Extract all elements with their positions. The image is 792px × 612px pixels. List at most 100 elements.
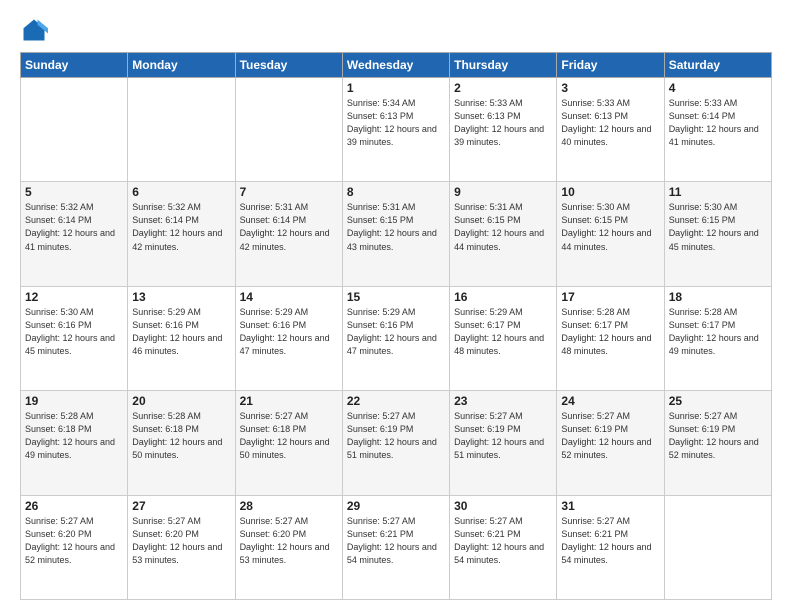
calendar-cell: 24 Sunrise: 5:27 AM Sunset: 6:19 PM Dayli…: [557, 391, 664, 495]
calendar-week-3: 12 Sunrise: 5:30 AM Sunset: 6:16 PM Dayli…: [21, 286, 772, 390]
day-number: 3: [561, 81, 659, 95]
day-number: 10: [561, 185, 659, 199]
day-info: Sunrise: 5:33 AM Sunset: 6:13 PM Dayligh…: [454, 97, 552, 149]
calendar-cell: 13 Sunrise: 5:29 AM Sunset: 6:16 PM Dayli…: [128, 286, 235, 390]
calendar-cell: 9Sunrise: 5:31 AM Sunset: 6:15 PM Daylig…: [450, 182, 557, 286]
day-info: Sunrise: 5:28 AM Sunset: 6:17 PM Dayligh…: [561, 306, 659, 358]
day-info: Sunrise: 5:27 AM Sunset: 6:18 PM Dayligh…: [240, 410, 338, 462]
weekday-header-saturday: Saturday: [664, 53, 771, 78]
day-info: Sunrise: 5:31 AM Sunset: 6:15 PM Dayligh…: [454, 201, 552, 253]
header: [20, 16, 772, 44]
day-info: Sunrise: 5:28 AM Sunset: 6:18 PM Dayligh…: [25, 410, 123, 462]
day-info: Sunrise: 5:29 AM Sunset: 6:16 PM Dayligh…: [347, 306, 445, 358]
day-number: 25: [669, 394, 767, 408]
calendar-cell: 26 Sunrise: 5:27 AM Sunset: 6:20 PM Dayli…: [21, 495, 128, 599]
calendar-week-1: 1Sunrise: 5:34 AM Sunset: 6:13 PM Daylig…: [21, 78, 772, 182]
calendar-cell: 11 Sunrise: 5:30 AM Sunset: 6:15 PM Dayli…: [664, 182, 771, 286]
calendar-cell: 6Sunrise: 5:32 AM Sunset: 6:14 PM Daylig…: [128, 182, 235, 286]
day-info: Sunrise: 5:27 AM Sunset: 6:20 PM Dayligh…: [25, 515, 123, 567]
day-number: 21: [240, 394, 338, 408]
day-info: Sunrise: 5:29 AM Sunset: 6:16 PM Dayligh…: [132, 306, 230, 358]
day-info: Sunrise: 5:27 AM Sunset: 6:19 PM Dayligh…: [454, 410, 552, 462]
calendar-cell: 5Sunrise: 5:32 AM Sunset: 6:14 PM Daylig…: [21, 182, 128, 286]
day-number: 14: [240, 290, 338, 304]
calendar-cell: 16 Sunrise: 5:29 AM Sunset: 6:17 PM Dayli…: [450, 286, 557, 390]
day-info: Sunrise: 5:31 AM Sunset: 6:14 PM Dayligh…: [240, 201, 338, 253]
day-number: 18: [669, 290, 767, 304]
calendar-week-4: 19 Sunrise: 5:28 AM Sunset: 6:18 PM Dayli…: [21, 391, 772, 495]
day-number: 19: [25, 394, 123, 408]
logo-icon: [20, 16, 48, 44]
day-info: Sunrise: 5:27 AM Sunset: 6:19 PM Dayligh…: [669, 410, 767, 462]
day-number: 17: [561, 290, 659, 304]
calendar-cell: 17 Sunrise: 5:28 AM Sunset: 6:17 PM Dayli…: [557, 286, 664, 390]
calendar-cell: 31Sunrise: 5:27 AM Sunset: 6:21 PM Dayli…: [557, 495, 664, 599]
weekday-header-wednesday: Wednesday: [342, 53, 449, 78]
day-number: 29: [347, 499, 445, 513]
day-info: Sunrise: 5:32 AM Sunset: 6:14 PM Dayligh…: [25, 201, 123, 253]
calendar-cell: 19 Sunrise: 5:28 AM Sunset: 6:18 PM Dayli…: [21, 391, 128, 495]
calendar-cell: 2 Sunrise: 5:33 AM Sunset: 6:13 PM Daylig…: [450, 78, 557, 182]
calendar-cell: 30 Sunrise: 5:27 AM Sunset: 6:21 PM Dayli…: [450, 495, 557, 599]
weekday-header-monday: Monday: [128, 53, 235, 78]
day-info: Sunrise: 5:30 AM Sunset: 6:15 PM Dayligh…: [669, 201, 767, 253]
calendar-cell: 7 Sunrise: 5:31 AM Sunset: 6:14 PM Daylig…: [235, 182, 342, 286]
weekday-header-sunday: Sunday: [21, 53, 128, 78]
logo: [20, 16, 52, 44]
weekday-header-tuesday: Tuesday: [235, 53, 342, 78]
calendar-cell: 20 Sunrise: 5:28 AM Sunset: 6:18 PM Dayli…: [128, 391, 235, 495]
day-info: Sunrise: 5:29 AM Sunset: 6:17 PM Dayligh…: [454, 306, 552, 358]
day-info: Sunrise: 5:34 AM Sunset: 6:13 PM Dayligh…: [347, 97, 445, 149]
day-number: 7: [240, 185, 338, 199]
calendar-cell: 29Sunrise: 5:27 AM Sunset: 6:21 PM Dayli…: [342, 495, 449, 599]
day-info: Sunrise: 5:33 AM Sunset: 6:14 PM Dayligh…: [669, 97, 767, 149]
day-info: Sunrise: 5:27 AM Sunset: 6:20 PM Dayligh…: [240, 515, 338, 567]
day-number: 20: [132, 394, 230, 408]
calendar-cell: 15 Sunrise: 5:29 AM Sunset: 6:16 PM Dayli…: [342, 286, 449, 390]
day-number: 22: [347, 394, 445, 408]
day-number: 30: [454, 499, 552, 513]
calendar-cell: [664, 495, 771, 599]
weekday-header-friday: Friday: [557, 53, 664, 78]
day-info: Sunrise: 5:27 AM Sunset: 6:21 PM Dayligh…: [561, 515, 659, 567]
calendar-header-row: SundayMondayTuesdayWednesdayThursdayFrid…: [21, 53, 772, 78]
day-number: 28: [240, 499, 338, 513]
page: SundayMondayTuesdayWednesdayThursdayFrid…: [0, 0, 792, 612]
day-info: Sunrise: 5:27 AM Sunset: 6:19 PM Dayligh…: [561, 410, 659, 462]
day-number: 16: [454, 290, 552, 304]
calendar-cell: 18Sunrise: 5:28 AM Sunset: 6:17 PM Dayli…: [664, 286, 771, 390]
day-number: 13: [132, 290, 230, 304]
calendar-table: SundayMondayTuesdayWednesdayThursdayFrid…: [20, 52, 772, 600]
calendar-cell: 22 Sunrise: 5:27 AM Sunset: 6:19 PM Dayli…: [342, 391, 449, 495]
weekday-header-thursday: Thursday: [450, 53, 557, 78]
day-number: 11: [669, 185, 767, 199]
calendar-cell: 4 Sunrise: 5:33 AM Sunset: 6:14 PM Daylig…: [664, 78, 771, 182]
calendar-cell: [21, 78, 128, 182]
calendar-cell: 21 Sunrise: 5:27 AM Sunset: 6:18 PM Dayli…: [235, 391, 342, 495]
calendar-week-5: 26 Sunrise: 5:27 AM Sunset: 6:20 PM Dayli…: [21, 495, 772, 599]
day-number: 24: [561, 394, 659, 408]
day-info: Sunrise: 5:33 AM Sunset: 6:13 PM Dayligh…: [561, 97, 659, 149]
day-number: 27: [132, 499, 230, 513]
day-info: Sunrise: 5:27 AM Sunset: 6:19 PM Dayligh…: [347, 410, 445, 462]
calendar-cell: 28 Sunrise: 5:27 AM Sunset: 6:20 PM Dayli…: [235, 495, 342, 599]
day-info: Sunrise: 5:29 AM Sunset: 6:16 PM Dayligh…: [240, 306, 338, 358]
calendar-cell: 10Sunrise: 5:30 AM Sunset: 6:15 PM Dayli…: [557, 182, 664, 286]
calendar-cell: 23 Sunrise: 5:27 AM Sunset: 6:19 PM Dayli…: [450, 391, 557, 495]
day-number: 2: [454, 81, 552, 95]
calendar-cell: [235, 78, 342, 182]
calendar-cell: 14 Sunrise: 5:29 AM Sunset: 6:16 PM Dayli…: [235, 286, 342, 390]
calendar-cell: 25 Sunrise: 5:27 AM Sunset: 6:19 PM Dayli…: [664, 391, 771, 495]
calendar-cell: [128, 78, 235, 182]
day-info: Sunrise: 5:28 AM Sunset: 6:18 PM Dayligh…: [132, 410, 230, 462]
calendar-cell: 27Sunrise: 5:27 AM Sunset: 6:20 PM Dayli…: [128, 495, 235, 599]
day-number: 12: [25, 290, 123, 304]
day-number: 23: [454, 394, 552, 408]
day-info: Sunrise: 5:27 AM Sunset: 6:21 PM Dayligh…: [454, 515, 552, 567]
day-info: Sunrise: 5:30 AM Sunset: 6:16 PM Dayligh…: [25, 306, 123, 358]
day-number: 8: [347, 185, 445, 199]
day-number: 4: [669, 81, 767, 95]
calendar-cell: 3 Sunrise: 5:33 AM Sunset: 6:13 PM Daylig…: [557, 78, 664, 182]
day-number: 15: [347, 290, 445, 304]
day-number: 26: [25, 499, 123, 513]
